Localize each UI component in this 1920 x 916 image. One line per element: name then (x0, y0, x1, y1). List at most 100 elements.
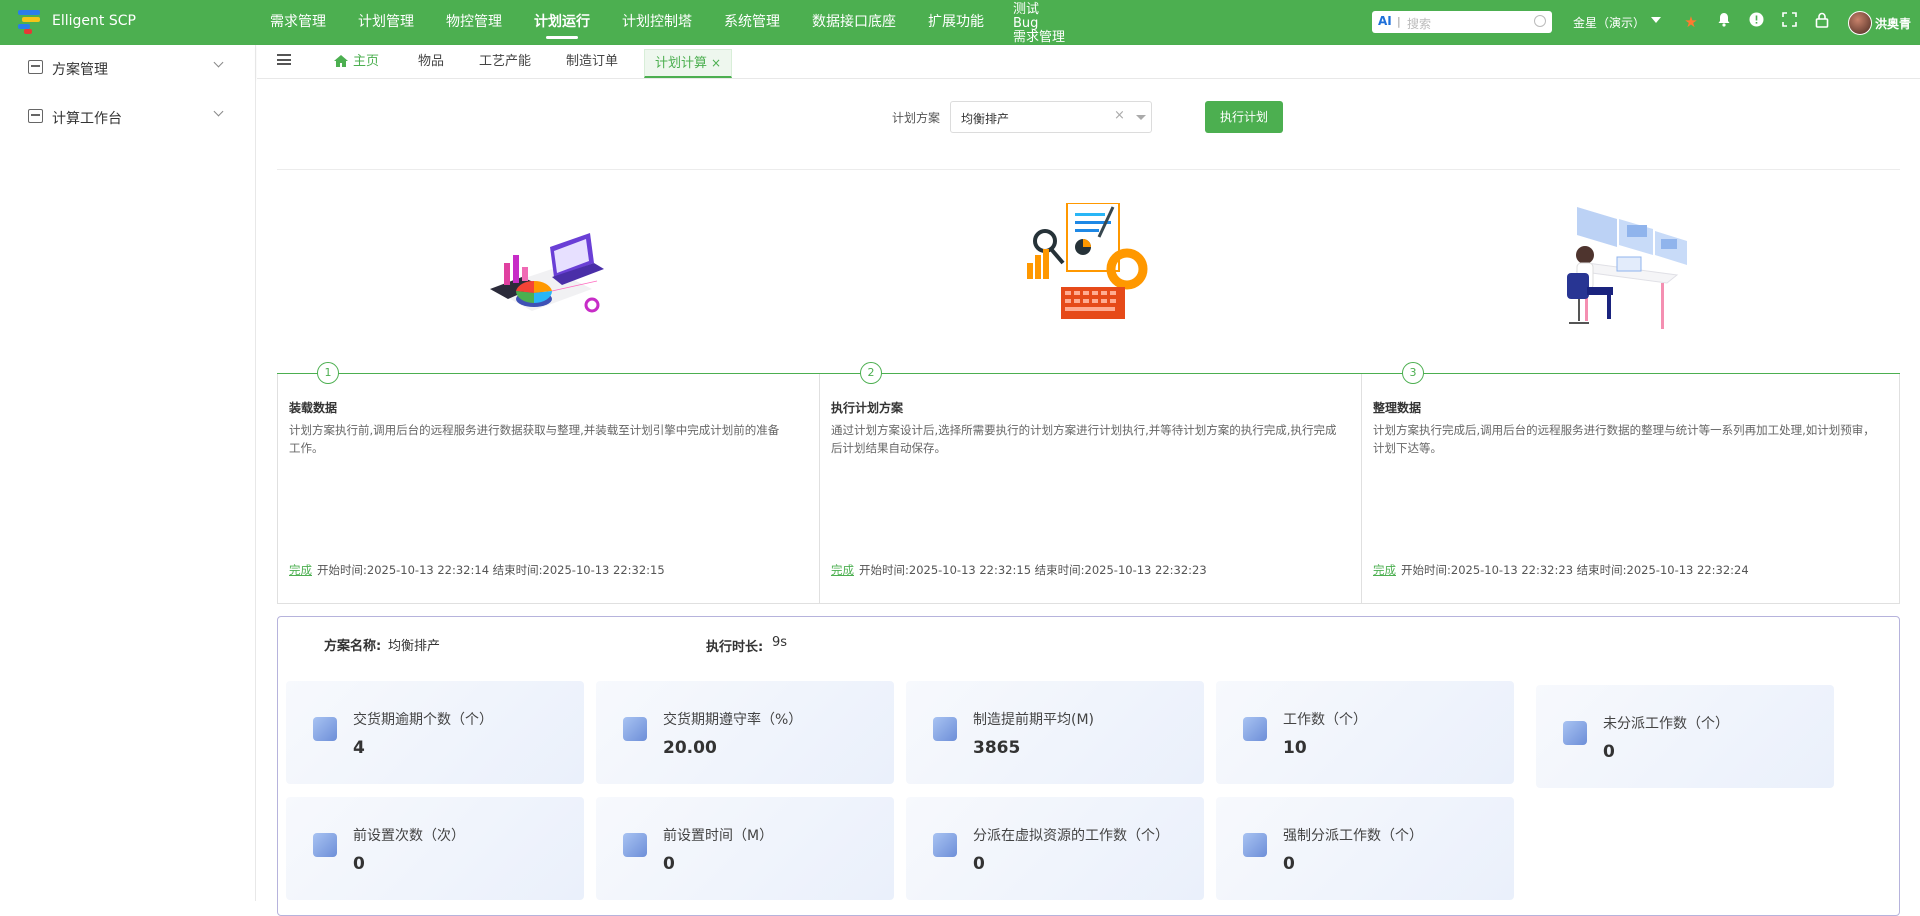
card-value: 20.00 (663, 738, 717, 758)
card-title: 分派在虚拟资源的工作数（个） (973, 828, 1169, 844)
app-brand: Elligent SCP (52, 13, 136, 29)
plan-select[interactable]: 均衡排产 × (950, 101, 1152, 133)
bar-chart-icon (933, 833, 957, 857)
main-content: 计划方案 均衡排产 × 执行计划 1 2 3 装载数据 计划方案执行前,调用后台… (257, 79, 1920, 916)
card-title: 制造提前期平均(M) (973, 712, 1095, 728)
card-value: 4 (353, 738, 365, 758)
card-value: 10 (1283, 738, 1307, 758)
plan-name-label: 方案名称: (324, 639, 382, 654)
lightbulb-icon (933, 717, 957, 741)
tab-process-capacity[interactable]: 工艺产能 (479, 45, 531, 78)
plan-select-value: 均衡排产 (961, 112, 1010, 126)
tab-bar: 主页 物品 工艺产能 制造订单 计划计算 × (257, 45, 1920, 79)
card-title: 强制分派工作数（个） (1283, 828, 1423, 844)
stat-card-setup-time: 前设置时间（M） 0 (596, 797, 894, 900)
nav-stack-line-2: Bug (1013, 16, 1039, 31)
monitor-icon (28, 60, 43, 74)
tab-plan-calculation[interactable]: 计划计算 × (644, 49, 733, 78)
avatar[interactable] (1848, 11, 1872, 35)
ticket-icon (1243, 717, 1267, 741)
step-desc-3: 计划方案执行完成后,调用后台的远程服务进行数据的整理与统计等一系列再加工处理,如… (1373, 423, 1875, 455)
duration-value: 9s (772, 635, 788, 650)
nav-plan-manage[interactable]: 计划管理 (358, 0, 414, 45)
main-nav: 需求管理 计划管理 物控管理 计划运行 计划控制塔 系统管理 数据接口底座 扩展… (270, 0, 1016, 45)
stat-card-overdue-count: 交货期逾期个数（个） 4 (286, 681, 584, 784)
database-icon (1243, 833, 1267, 857)
step-time-2: 开始时间:2025-10-13 22:32:15 结束时间:2025-10-13… (859, 563, 1207, 577)
chevron-down-icon (213, 57, 224, 68)
card-value: 0 (663, 854, 675, 874)
fullscreen-icon[interactable] (1779, 12, 1799, 32)
nav-stack-line-1: 测试 (1013, 2, 1040, 17)
nav-plan-run[interactable]: 计划运行 (534, 0, 590, 45)
stat-card-lead-time-avg: 制造提前期平均(M) 3865 (906, 681, 1204, 784)
step-time-3: 开始时间:2025-10-13 22:32:23 结束时间:2025-10-13… (1401, 563, 1749, 577)
plan-summary-panel: 方案名称: 均衡排产 执行时长: 9s 交货期逾期个数（个） 4 交货期期遵守率… (277, 616, 1900, 916)
duration-label: 执行时长: (706, 640, 764, 655)
nav-control-tower[interactable]: 计划控制塔 (622, 0, 692, 45)
search-input[interactable]: AI | 搜索 (1372, 11, 1552, 33)
sidebar: 方案管理 计算工作台 (0, 45, 256, 901)
star-icon[interactable]: ★ (1681, 12, 1701, 32)
search-icon[interactable] (1534, 15, 1546, 27)
tab-home[interactable]: 主页 (353, 45, 379, 78)
tab-manufacturing-order[interactable]: 制造订单 (566, 45, 618, 78)
step-desc-2: 通过计划方案设计后,选择所需要执行的计划方案进行计划执行,并等待计划方案的执行完… (831, 423, 1337, 455)
copy-icon (313, 833, 337, 857)
nav-data-interface[interactable]: 数据接口底座 (812, 0, 896, 45)
sidebar-item-label: 计算工作台 (52, 111, 122, 127)
nav-system[interactable]: 系统管理 (724, 0, 780, 45)
document-icon (1563, 721, 1587, 745)
ai-icon[interactable]: AI (1378, 14, 1392, 28)
stat-card-delivery-rate: 交货期期遵守率（%） 20.00 (596, 681, 894, 784)
run-plan-button[interactable]: 执行计划 (1205, 101, 1283, 133)
clear-icon[interactable]: × (1114, 108, 1125, 123)
bell-icon[interactable] (1714, 12, 1734, 32)
card-title: 前设置时间（M） (663, 828, 774, 844)
username[interactable]: 洪奥青 (1875, 15, 1911, 32)
sidebar-item-calc-workbench[interactable]: 计算工作台 (0, 96, 256, 136)
step-status-1[interactable]: 完成 (289, 562, 312, 578)
card-icon (313, 717, 337, 741)
stat-card-virtual-resource-jobs: 分派在虚拟资源的工作数（个） 0 (906, 797, 1204, 900)
chevron-down-icon (213, 106, 224, 117)
tab-items[interactable]: 物品 (418, 45, 444, 78)
chevron-down-icon[interactable] (1136, 115, 1146, 120)
card-title: 未分派工作数（个） (1603, 716, 1729, 732)
nav-demand[interactable]: 需求管理 (270, 0, 326, 45)
sidebar-item-plan-manage[interactable]: 方案管理 (0, 47, 256, 87)
divider (277, 169, 1900, 170)
chevron-down-icon[interactable] (1651, 17, 1661, 23)
tab-label: 计划计算 (655, 56, 708, 71)
logo-icon (18, 10, 44, 34)
search-placeholder: 搜索 (1407, 17, 1432, 31)
nav-material-control[interactable]: 物控管理 (446, 0, 502, 45)
stat-card-setup-count: 前设置次数（次） 0 (286, 797, 584, 900)
stat-card-forced-assign-jobs: 强制分派工作数（个） 0 (1216, 797, 1514, 900)
step-number-3: 3 (1402, 362, 1424, 384)
plan-name-value: 均衡排产 (388, 639, 441, 654)
card-title: 工作数（个） (1283, 712, 1367, 728)
card-title: 交货期逾期个数（个） (353, 712, 493, 728)
step-status-2[interactable]: 完成 (831, 562, 854, 578)
step-status-3[interactable]: 完成 (1373, 562, 1396, 578)
step-number-1: 1 (317, 362, 339, 384)
step-number-2: 2 (860, 362, 882, 384)
lock-icon[interactable] (1812, 12, 1832, 32)
nav-extensions[interactable]: 扩展功能 (928, 0, 984, 45)
menu-toggle-icon[interactable] (277, 54, 291, 65)
step-title-3: 整理数据 (1373, 401, 1422, 415)
step-time-1: 开始时间:2025-10-13 22:32:14 结束时间:2025-10-13… (317, 563, 665, 577)
stat-card-unassigned-jobs: 未分派工作数（个） 0 (1536, 685, 1834, 788)
home-icon (334, 55, 348, 67)
card-value: 0 (1283, 854, 1295, 874)
close-icon[interactable]: × (711, 56, 721, 70)
card-title: 前设置次数（次） (353, 828, 465, 844)
nav-test-bug-demand[interactable]: 测试 Bug 需求管理 (1013, 3, 1065, 45)
company-selector[interactable]: 金星（演示） (1573, 14, 1645, 31)
plan-label: 计划方案 (892, 111, 941, 125)
info-icon[interactable] (1746, 12, 1766, 32)
card-value: 0 (1603, 742, 1615, 762)
tag-icon (623, 717, 647, 741)
card-value: 0 (353, 854, 365, 874)
